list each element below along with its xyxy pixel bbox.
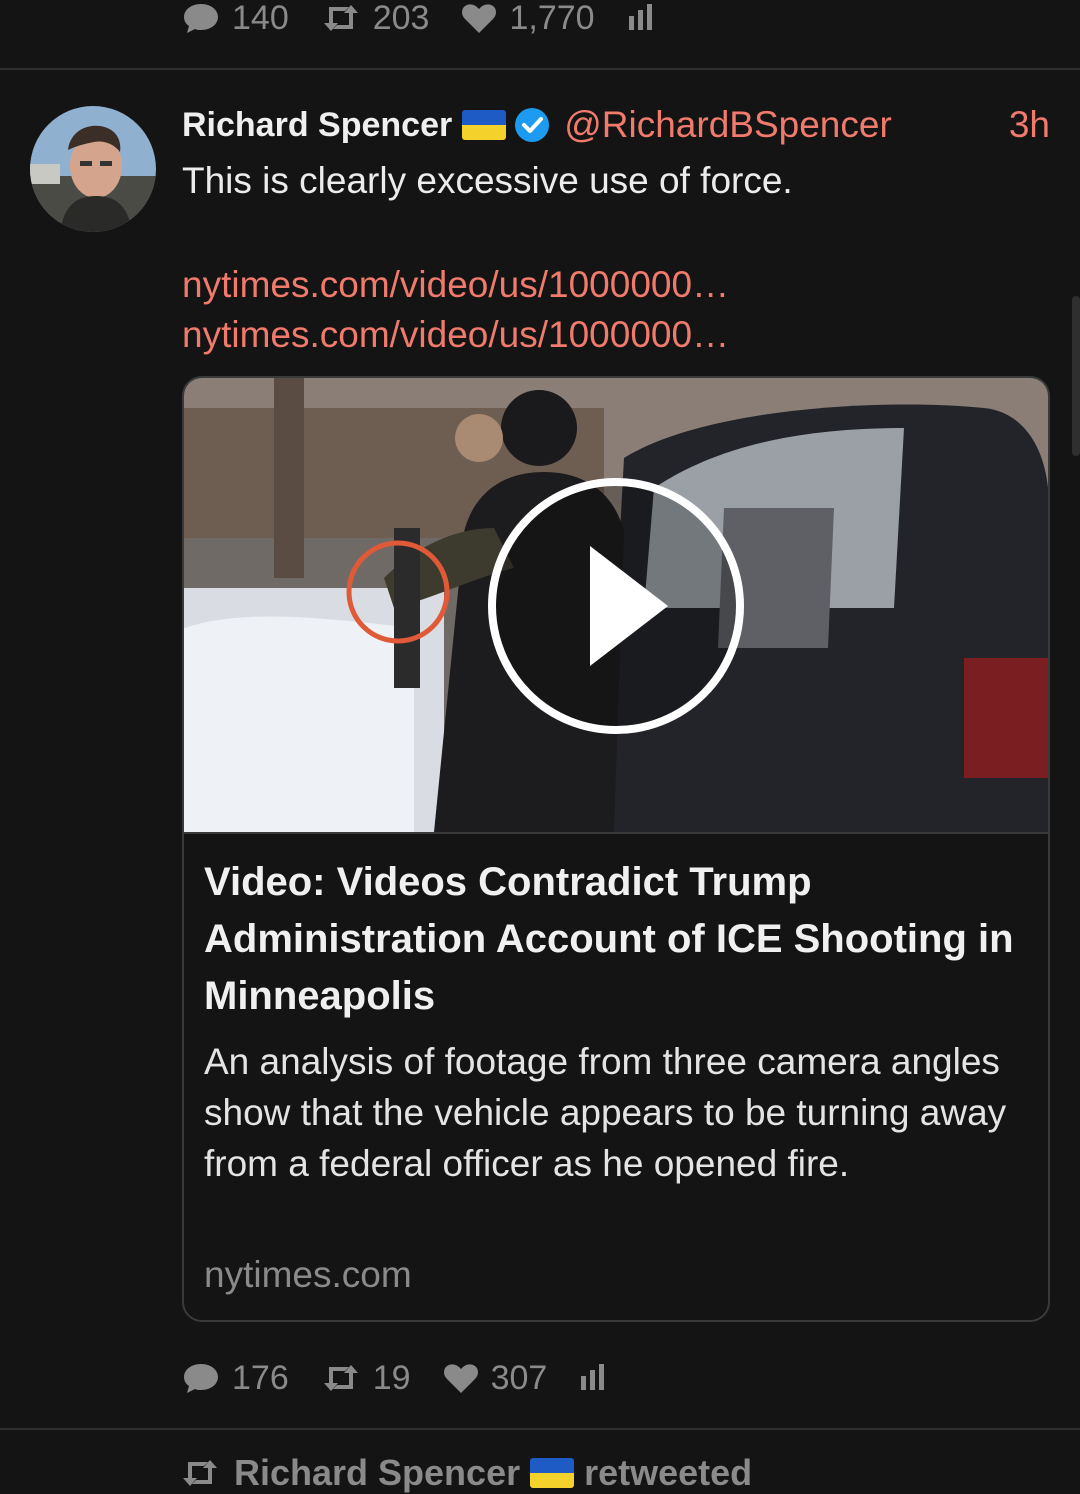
reply-count: 140 — [232, 0, 289, 37]
retweet-count: 19 — [372, 1358, 411, 1397]
reply-icon — [184, 4, 218, 33]
card-description: An analysis of footage from three camera… — [204, 1041, 1007, 1184]
like-button[interactable]: 307 — [443, 1358, 548, 1398]
prev-tweet-stats: 140 203 1,770 — [182, 0, 699, 38]
divider-bottom — [0, 1428, 1080, 1430]
avatar-image — [30, 106, 156, 232]
tweet-stats: 176 19 307 — [182, 1356, 651, 1400]
retweet-icon — [323, 5, 358, 31]
retweeted-by: Richard Spencer retweeted — [180, 1452, 752, 1494]
like-count: 307 — [490, 1358, 548, 1397]
ukraine-flag-icon — [462, 110, 507, 140]
tweet-text: This is clearly excessive use of force. — [182, 160, 793, 201]
card-domain: nytimes.com — [204, 1254, 412, 1295]
tweet-time[interactable]: 3h — [1009, 104, 1050, 146]
ukraine-flag-icon — [530, 1458, 575, 1488]
retweet-action: retweeted — [584, 1452, 753, 1493]
analytics-button[interactable] — [579, 1364, 619, 1392]
retweet-icon — [323, 1365, 358, 1391]
retweet-button[interactable]: 203 — [321, 0, 430, 38]
heart-icon — [443, 1364, 478, 1393]
reply-icon — [184, 1364, 218, 1393]
tweet-link-1[interactable]: nytimes.com/video/us/1000000… — [182, 264, 729, 306]
avatar[interactable] — [30, 106, 156, 232]
analytics-button[interactable] — [627, 4, 667, 32]
scrollbar[interactable] — [1072, 296, 1080, 456]
analytics-icon — [628, 4, 652, 30]
like-count: 1,770 — [509, 0, 595, 37]
reply-count: 176 — [232, 1358, 289, 1397]
verified-badge-icon — [515, 108, 550, 142]
retweeter-name[interactable]: Richard Spencer — [234, 1452, 520, 1494]
retweet-button[interactable]: 19 — [321, 1359, 411, 1398]
reply-button[interactable]: 140 — [182, 0, 289, 38]
divider-top — [0, 68, 1080, 70]
retweet-count: 203 — [372, 0, 430, 37]
heart-icon — [462, 4, 497, 33]
reply-button[interactable]: 176 — [182, 1359, 289, 1398]
tweet-header: Richard Spencer @RichardBSpencer 3h — [182, 100, 1050, 150]
video-thumbnail-image — [184, 378, 1048, 832]
link-preview-card[interactable]: Video: Videos Contradict Trump Administr… — [182, 376, 1050, 1322]
like-button[interactable]: 1,770 — [461, 0, 595, 38]
author-name[interactable]: Richard Spencer — [182, 106, 452, 145]
video-thumbnail[interactable] — [184, 378, 1048, 834]
retweet-icon — [183, 1460, 217, 1486]
analytics-icon — [581, 1364, 605, 1390]
card-title: Video: Videos Contradict Trump Administr… — [204, 860, 1014, 1018]
author-handle[interactable]: @RichardBSpencer — [564, 104, 892, 146]
tweet-link-2[interactable]: nytimes.com/video/us/1000000… — [182, 314, 729, 356]
